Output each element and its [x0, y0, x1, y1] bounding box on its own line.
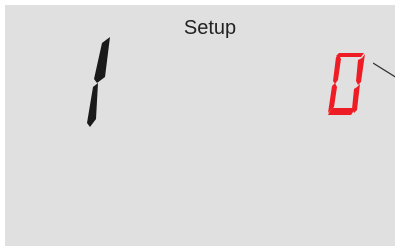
- left-digit-display: 1: [87, 37, 110, 127]
- setup-title: Setup: [183, 17, 237, 39]
- callout-line: [373, 62, 395, 78]
- left-digit-upper-segment: [94, 37, 110, 83]
- left-digit-lower-segment: [87, 83, 98, 127]
- lcd-screen: Setup 1 0: [5, 5, 395, 246]
- right-digit-display: 0: [328, 53, 365, 115]
